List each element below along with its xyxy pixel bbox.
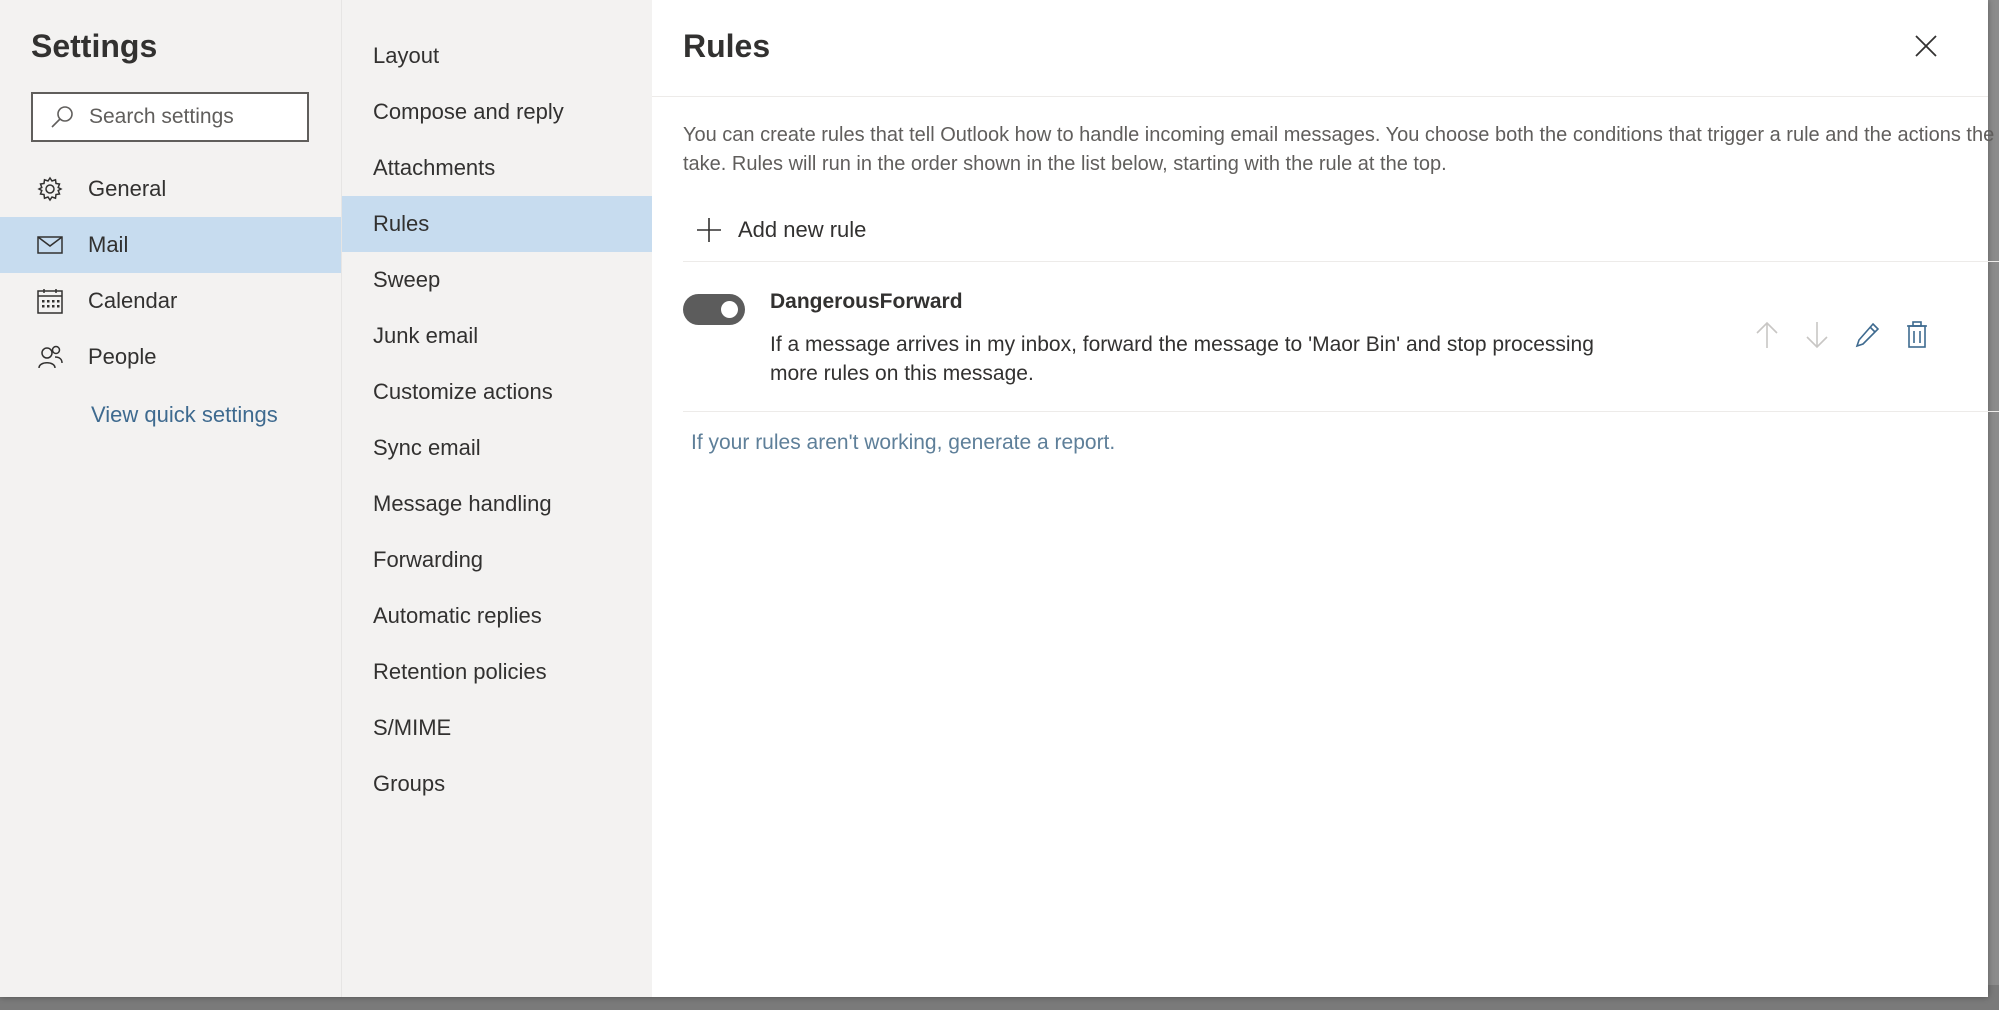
submenu-item-groups[interactable]: Groups: [342, 756, 652, 812]
toggle-knob: [721, 301, 738, 318]
sidebar-item-calendar[interactable]: Calendar: [0, 273, 341, 329]
submenu-item-message-handling[interactable]: Message handling: [342, 476, 652, 532]
submenu-item-forwarding[interactable]: Forwarding: [342, 532, 652, 588]
sidebar-item-mail[interactable]: Mail: [0, 217, 341, 273]
rules-panel: Rules You can create rules that tell Out…: [652, 0, 1999, 997]
edit-rule-button[interactable]: [1852, 320, 1882, 354]
rules-list-top-divider: [683, 261, 1999, 262]
submenu-item-automatic-replies[interactable]: Automatic replies: [342, 588, 652, 644]
calendar-icon: [36, 287, 64, 315]
submenu-item-junk-email[interactable]: Junk email: [342, 308, 652, 364]
submenu-item-smime[interactable]: S/MIME: [342, 700, 652, 756]
sidebar-item-label: People: [88, 344, 157, 369]
settings-title: Settings: [31, 28, 158, 64]
page-title: Rules: [683, 28, 771, 64]
submenu-item-rules[interactable]: Rules: [342, 196, 652, 252]
arrow-up-icon: [1755, 321, 1779, 354]
submenu-item-customize-actions[interactable]: Customize actions: [342, 364, 652, 420]
mail-icon: [36, 231, 64, 259]
submenu-item-layout[interactable]: Layout: [342, 28, 652, 84]
rule-description: If a message arrives in my inbox, forwar…: [770, 333, 1594, 385]
add-new-rule-label: Add new rule: [738, 217, 867, 242]
search-settings-box[interactable]: [31, 92, 309, 142]
move-rule-down-button[interactable]: [1802, 320, 1832, 354]
search-icon: [49, 103, 77, 131]
submenu-item-retention-policies[interactable]: Retention policies: [342, 644, 652, 700]
add-new-rule-button[interactable]: Add new rule: [694, 213, 866, 247]
close-button[interactable]: [1908, 30, 1944, 66]
submenu-item-sync-email[interactable]: Sync email: [342, 420, 652, 476]
sidebar-item-general[interactable]: General: [0, 161, 341, 217]
header-divider: [652, 96, 1988, 97]
rule-actions: [1752, 320, 1932, 354]
submenu-item-attachments[interactable]: Attachments: [342, 140, 652, 196]
trash-icon: [1905, 320, 1929, 354]
view-quick-settings-link[interactable]: View quick settings: [91, 402, 278, 428]
rules-description: You can create rules that tell Outlook h…: [683, 124, 1999, 175]
pencil-icon: [1854, 321, 1880, 354]
gear-icon: [36, 175, 64, 203]
arrow-down-icon: [1805, 321, 1829, 354]
search-settings-input[interactable]: [89, 105, 289, 129]
sidebar-item-people[interactable]: People: [0, 329, 341, 385]
sidebar-item-label: Calendar: [88, 288, 178, 313]
plus-icon: [694, 215, 724, 245]
people-icon: [36, 343, 64, 371]
submenu-item-compose-and-reply[interactable]: Compose and reply: [342, 84, 652, 140]
delete-rule-button[interactable]: [1902, 320, 1932, 354]
close-icon: [1915, 34, 1937, 62]
generate-report-link[interactable]: If your rules aren't working, generate a…: [691, 431, 1115, 455]
rule-enabled-toggle[interactable]: [683, 294, 745, 325]
mail-submenu: Layout Compose and reply Attachments Rul…: [341, 0, 652, 997]
rule-name: DangerousForward: [770, 290, 963, 313]
settings-sidebar: Settings General: [0, 0, 341, 997]
sidebar-item-label: General: [88, 176, 167, 201]
submenu-item-sweep[interactable]: Sweep: [342, 252, 652, 308]
sidebar-item-label: Mail: [88, 232, 129, 257]
rules-list-bottom-divider: [683, 411, 1999, 412]
settings-dialog: Settings General: [0, 0, 1999, 997]
move-rule-up-button[interactable]: [1752, 320, 1782, 354]
